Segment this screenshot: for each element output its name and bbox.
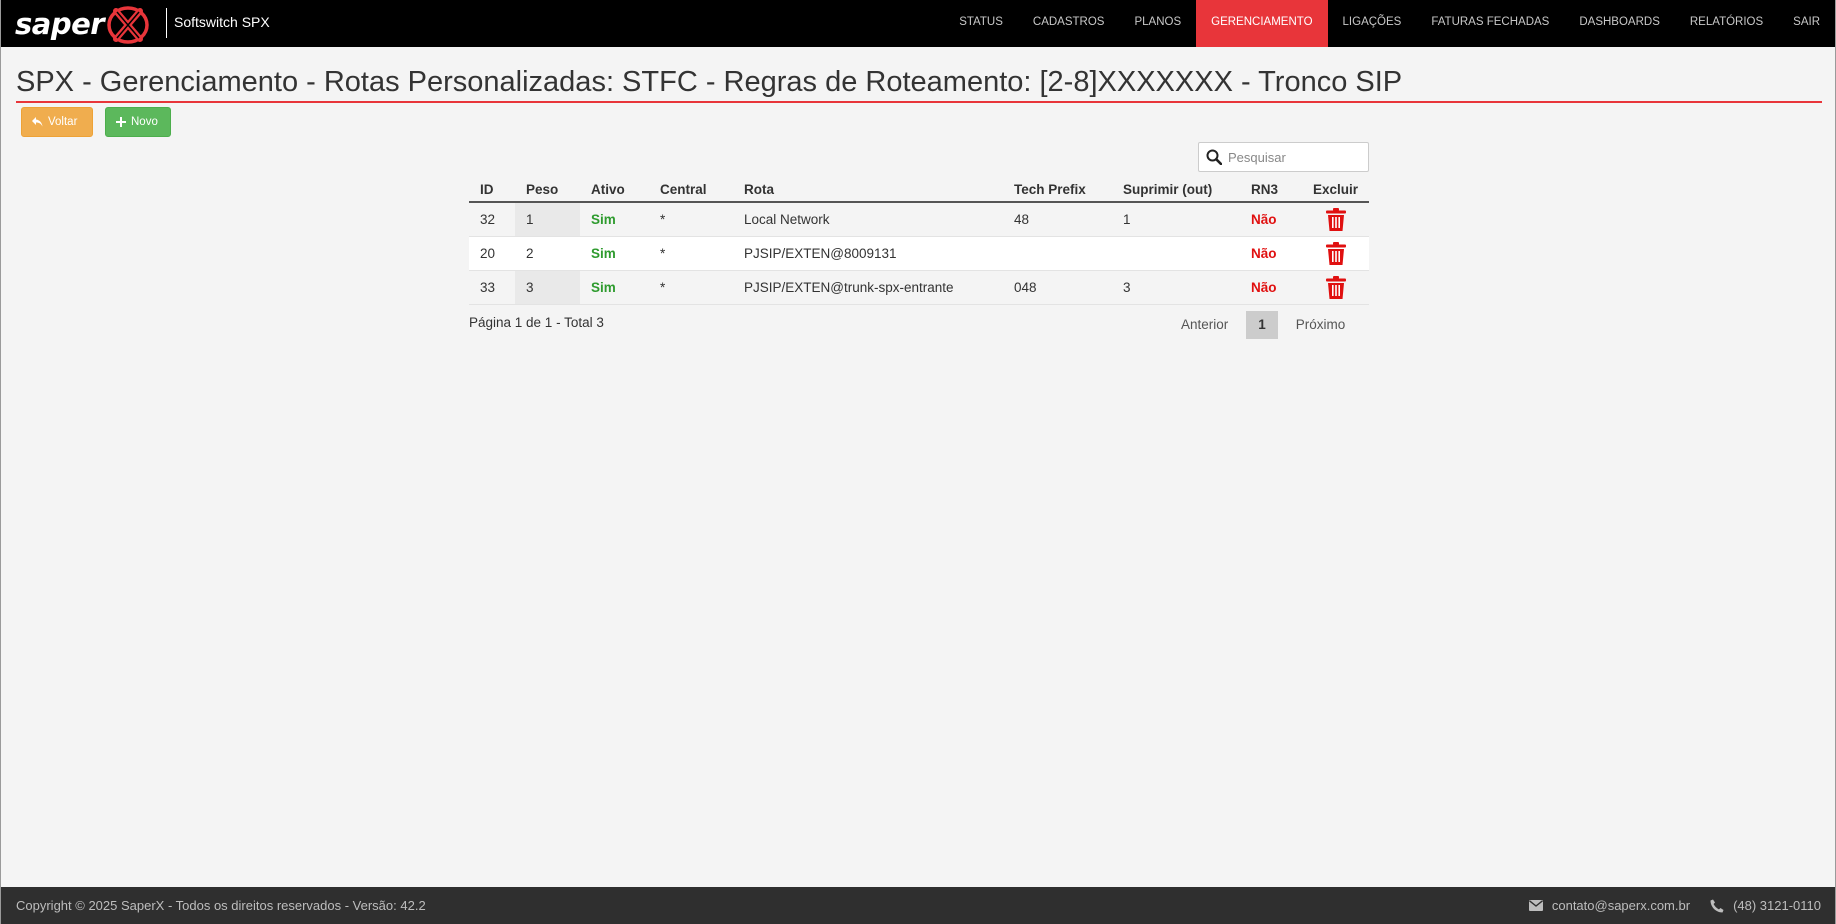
cell-central: * (649, 270, 733, 305)
logo-x-icon (107, 5, 149, 44)
cell-suprimir (1112, 236, 1240, 271)
cell-rota: PJSIP/EXTEN@8009131 (733, 236, 1003, 271)
page-title: SPX - Gerenciamento - Rotas Personalizad… (16, 64, 1822, 103)
footer-phone: (48) 3121-0110 (1733, 898, 1821, 913)
search-field[interactable] (1198, 142, 1369, 172)
cell-peso: 1 (515, 202, 580, 237)
cell-central: * (649, 236, 733, 271)
cell-id: 32 (469, 202, 515, 237)
pagination-next[interactable]: Próximo (1284, 311, 1358, 339)
table-row[interactable]: 32 1 Sim * Local Network 48 1 Não (469, 202, 1369, 237)
phone-icon (1710, 899, 1724, 912)
top-navbar: saper Softswitch SPX STATUS CADASTROS PL… (1, 0, 1835, 47)
logo-text: saper (15, 6, 105, 41)
nav-item-status[interactable]: STATUS (944, 0, 1018, 47)
col-id[interactable]: ID (469, 178, 515, 203)
search-input[interactable] (1228, 149, 1358, 165)
product-name: Softswitch SPX (174, 14, 270, 30)
back-button[interactable]: Voltar (21, 107, 93, 137)
nav-item-cadastros[interactable]: CADASTROS (1018, 0, 1120, 47)
back-button-label: Voltar (48, 116, 78, 128)
cell-tech-prefix: 048 (1003, 270, 1112, 305)
new-button[interactable]: Novo (105, 107, 171, 137)
footer-contact: contato@saperx.com.br (48) 3121-0110 (1528, 898, 1821, 913)
trash-icon[interactable] (1326, 241, 1346, 265)
trash-icon[interactable] (1326, 207, 1346, 231)
cell-tech-prefix (1003, 236, 1112, 271)
cell-peso: 2 (515, 236, 580, 271)
cell-excluir (1302, 202, 1369, 237)
col-rota[interactable]: Rota (733, 178, 1003, 203)
cell-rn3: Não (1240, 270, 1302, 305)
cell-excluir (1302, 270, 1369, 305)
col-ativo[interactable]: Ativo (580, 178, 649, 203)
footer: Copyright © 2025 SaperX - Todos os direi… (1, 887, 1835, 924)
cell-rota: PJSIP/EXTEN@trunk-spx-entrante (733, 270, 1003, 305)
pagination-info: Página 1 de 1 - Total 3 (469, 315, 604, 330)
col-suprimir[interactable]: Suprimir (out) (1112, 178, 1240, 203)
nav-item-dashboards[interactable]: DASHBOARDS (1564, 0, 1675, 47)
cell-suprimir: 1 (1112, 202, 1240, 237)
plus-icon (116, 117, 126, 127)
col-central[interactable]: Central (649, 178, 733, 203)
table-row[interactable]: 33 3 Sim * PJSIP/EXTEN@trunk-spx-entrant… (469, 270, 1369, 305)
reply-arrow-icon (32, 117, 43, 127)
saperx-logo[interactable]: saper (15, 0, 150, 47)
cell-excluir (1302, 236, 1369, 271)
nav-item-sair[interactable]: SAIR (1778, 0, 1835, 47)
trash-icon[interactable] (1326, 275, 1346, 299)
main-menu: STATUS CADASTROS PLANOS GERENCIAMENTO LI… (944, 0, 1835, 47)
cell-id: 33 (469, 270, 515, 305)
nav-item-planos[interactable]: PLANOS (1119, 0, 1196, 47)
routes-table: ID Peso Ativo Central Rota Tech Prefix S… (469, 178, 1369, 305)
col-peso[interactable]: Peso (515, 178, 580, 203)
new-button-label: Novo (131, 116, 158, 128)
cell-ativo: Sim (580, 202, 649, 237)
nav-item-ligacoes[interactable]: LIGAÇÕES (1328, 0, 1417, 47)
pagination-prev[interactable]: Anterior (1169, 311, 1240, 339)
cell-ativo: Sim (580, 270, 649, 305)
cell-id: 20 (469, 236, 515, 271)
nav-item-gerenciamento[interactable]: GERENCIAMENTO (1196, 0, 1328, 47)
cell-peso: 3 (515, 270, 580, 305)
col-rn3[interactable]: RN3 (1240, 178, 1302, 203)
table-header-row: ID Peso Ativo Central Rota Tech Prefix S… (469, 178, 1369, 203)
footer-copyright: Copyright © 2025 SaperX - Todos os direi… (16, 898, 426, 913)
nav-item-relatorios[interactable]: RELATÓRIOS (1675, 0, 1778, 47)
cell-rn3: Não (1240, 202, 1302, 237)
col-tech-prefix[interactable]: Tech Prefix (1003, 178, 1112, 203)
pagination-page-current[interactable]: 1 (1246, 311, 1278, 339)
cell-rn3: Não (1240, 236, 1302, 271)
brand-divider (166, 8, 167, 38)
footer-email[interactable]: contato@saperx.com.br (1552, 898, 1690, 913)
cell-ativo: Sim (580, 236, 649, 271)
table-row[interactable]: 20 2 Sim * PJSIP/EXTEN@8009131 Não (469, 236, 1369, 271)
pagination: Anterior 1 Próximo (1169, 311, 1357, 339)
cell-central: * (649, 202, 733, 237)
cell-tech-prefix: 48 (1003, 202, 1112, 237)
cell-suprimir: 3 (1112, 270, 1240, 305)
envelope-icon (1528, 900, 1543, 911)
search-icon (1206, 149, 1222, 165)
col-excluir: Excluir (1302, 178, 1369, 203)
nav-item-faturas-fechadas[interactable]: FATURAS FECHADAS (1416, 0, 1564, 47)
cell-rota: Local Network (733, 202, 1003, 237)
